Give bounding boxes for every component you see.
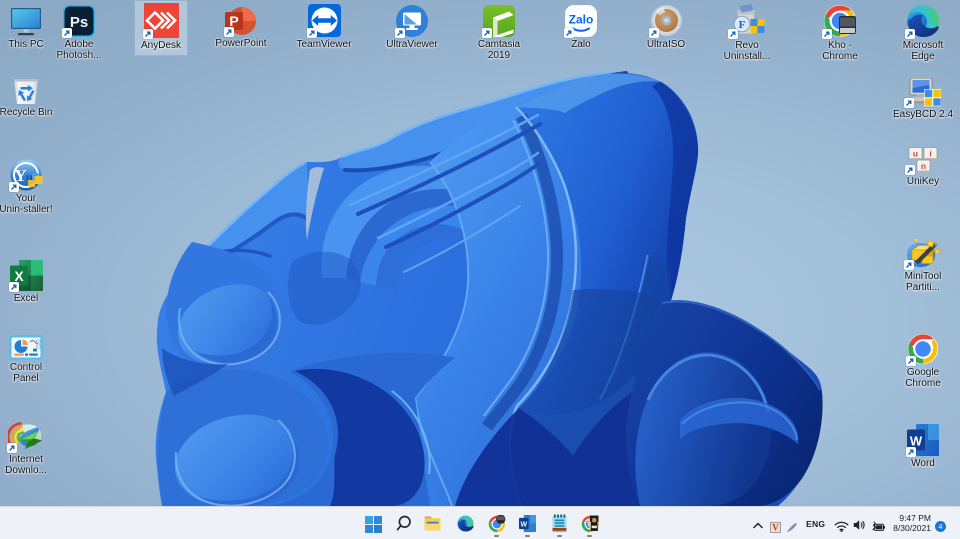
svg-text:i: i [929, 149, 931, 159]
svg-text:V: V [772, 522, 779, 532]
svg-text:u: u [912, 149, 917, 159]
svg-text:W: W [520, 521, 527, 528]
svg-text:4: 4 [939, 524, 943, 531]
svg-text:n: n [920, 161, 925, 171]
svg-text:Zalo: Zalo [569, 13, 594, 27]
svg-text:F: F [739, 19, 746, 31]
svg-text:Ps: Ps [70, 14, 88, 31]
